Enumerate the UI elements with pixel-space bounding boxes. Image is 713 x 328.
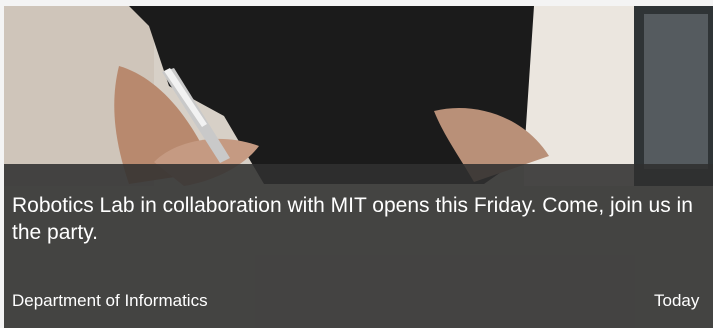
news-headline[interactable]: Robotics Lab in collaboration with MIT o…: [12, 192, 712, 246]
news-card[interactable]: Robotics Lab in collaboration with MIT o…: [4, 6, 713, 328]
date-label: Today: [654, 291, 700, 310]
department-label: Department of Informatics: [12, 291, 208, 310]
